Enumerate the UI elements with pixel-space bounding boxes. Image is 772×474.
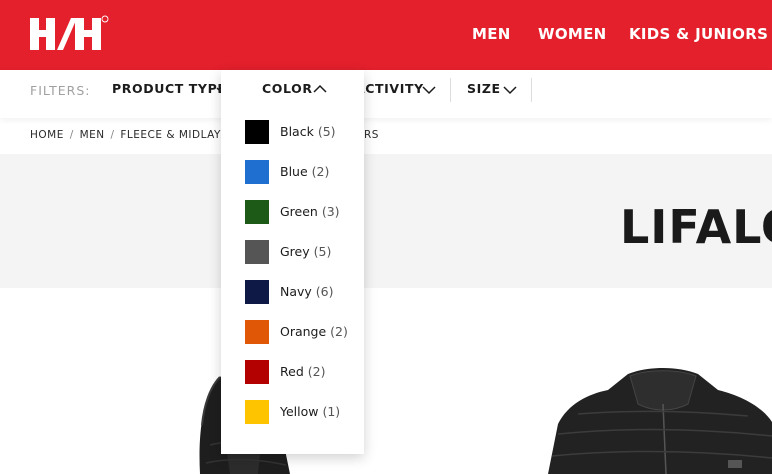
breadcrumb-fleece-midlayers[interactable]: FLEECE & MIDLAYE xyxy=(120,129,228,141)
chevron-up-icon[interactable] xyxy=(313,84,327,94)
filter-divider xyxy=(531,78,532,102)
filter-color-label: COLOR xyxy=(262,81,313,96)
breadcrumb: HOME / MEN / FLEECE & MIDLAYE xyxy=(30,129,228,141)
nav-kids-juniors[interactable]: KIDS & JUNIORS xyxy=(629,25,768,43)
color-swatch xyxy=(245,320,269,344)
color-count: (2) xyxy=(330,324,348,339)
breadcrumb-men[interactable]: MEN xyxy=(80,129,105,141)
color-option-black[interactable]: Black (5) xyxy=(245,120,360,144)
category-hero: LIFALO xyxy=(0,154,772,288)
color-name: Yellow xyxy=(280,404,319,419)
color-name: Navy xyxy=(280,284,312,299)
color-count: (3) xyxy=(321,204,340,219)
filter-bar: FILTERS: PRODUCT TYPE ACTIVITY SIZE xyxy=(0,70,772,118)
filters-label: FILTERS: xyxy=(30,83,91,98)
filter-divider xyxy=(450,78,451,102)
color-name: Blue xyxy=(280,164,308,179)
color-name: Orange xyxy=(280,324,327,339)
color-count: (5) xyxy=(317,124,336,139)
color-swatch xyxy=(245,240,269,264)
color-name: Grey xyxy=(280,244,310,259)
color-count: (2) xyxy=(311,164,330,179)
color-option-grey[interactable]: Grey (5) xyxy=(245,240,360,264)
color-option-green[interactable]: Green (3) xyxy=(245,200,360,224)
color-swatch xyxy=(245,200,269,224)
color-name: Green xyxy=(280,204,318,219)
color-count: (2) xyxy=(307,364,326,379)
color-option-blue[interactable]: Blue (2) xyxy=(245,160,360,184)
page-title: LIFALO xyxy=(620,200,772,254)
color-option-red[interactable]: Red (2) xyxy=(245,360,360,384)
filter-color[interactable]: COLOR xyxy=(262,81,313,96)
color-name: Black xyxy=(280,124,314,139)
site-header: MEN WOMEN KIDS & JUNIORS xyxy=(0,0,772,70)
filter-product-type-label: PRODUCT TYPE xyxy=(112,81,227,96)
nav-men[interactable]: MEN xyxy=(472,25,511,43)
color-swatch xyxy=(245,400,269,424)
chevron-down-icon xyxy=(422,86,436,95)
hh-logo[interactable] xyxy=(30,14,110,52)
color-option-yellow[interactable]: Yellow (1) xyxy=(245,400,360,424)
color-swatch xyxy=(245,160,269,184)
breadcrumb-home[interactable]: HOME xyxy=(30,129,64,141)
product-image-insulator-jacket[interactable] xyxy=(548,364,772,474)
chevron-down-icon xyxy=(503,86,517,95)
filter-size[interactable]: SIZE xyxy=(467,81,501,96)
filter-activity[interactable]: ACTIVITY xyxy=(355,81,424,96)
breadcrumb-separator: / xyxy=(106,129,119,141)
nav-women[interactable]: WOMEN xyxy=(538,25,607,43)
color-swatch xyxy=(245,280,269,304)
color-count: (5) xyxy=(313,244,332,259)
color-count: (1) xyxy=(322,404,341,419)
filter-activity-label: ACTIVITY xyxy=(355,81,424,96)
filter-size-label: SIZE xyxy=(467,81,501,96)
filter-product-type[interactable]: PRODUCT TYPE xyxy=(112,81,226,96)
color-option-orange[interactable]: Orange (2) xyxy=(245,320,360,344)
color-name: Red xyxy=(280,364,304,379)
color-option-navy[interactable]: Navy (6) xyxy=(245,280,360,304)
color-swatch xyxy=(245,120,269,144)
color-filter-dropdown: COLOR Black (5) Blue (2) Green (3) Grey … xyxy=(221,70,364,454)
breadcrumb-separator: / xyxy=(65,129,78,141)
color-swatch xyxy=(245,360,269,384)
color-count: (6) xyxy=(315,284,334,299)
breadcrumb-current: RS xyxy=(364,129,379,141)
